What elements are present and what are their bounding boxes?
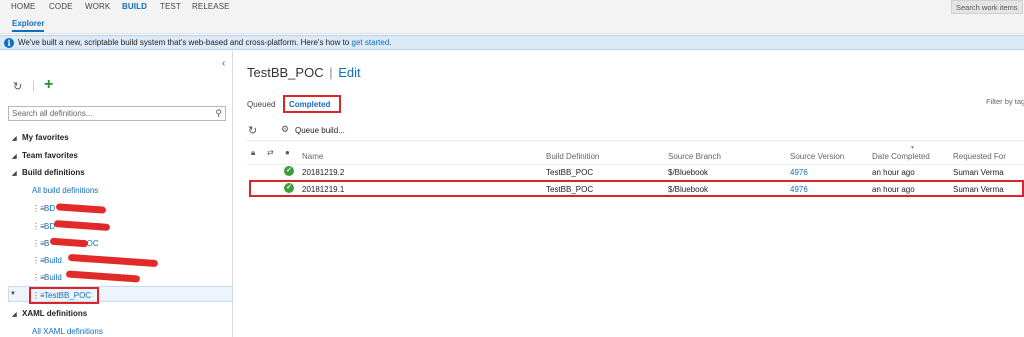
nav-build[interactable]: BUILD (122, 2, 147, 11)
search-icon[interactable]: ⚲ (215, 108, 222, 119)
queue-build-icon[interactable]: ⚙ (281, 124, 289, 135)
tree-build-definitions[interactable]: ◢ Build definitions (12, 168, 85, 177)
row-divider (247, 164, 1024, 165)
definition-title: TestBB_POC (247, 65, 324, 80)
active-tab-indicator (12, 30, 44, 32)
column-header-build-definition[interactable]: Build Definition (546, 152, 599, 161)
definition-label: BD (44, 204, 56, 213)
build-definition-icon: ⋮≡ (32, 256, 45, 265)
work-items-search-input[interactable]: Search work items (951, 0, 1023, 14)
definition-label: Build (44, 273, 62, 282)
expand-caret-icon: ◢ (12, 136, 17, 142)
cell-source-version-link[interactable]: 4976 (790, 168, 808, 177)
expand-caret-icon: ▼ (10, 291, 16, 297)
reason-icon: ⇄ (267, 148, 274, 157)
cell-build-name[interactable]: 20181219.2 (302, 168, 344, 177)
status-succeeded-icon: ✓ (284, 183, 294, 193)
cell-date-completed: an hour ago (872, 185, 915, 194)
column-header-date-completed[interactable]: Date Completed (872, 152, 930, 161)
cell-requested-for: Suman Verma (953, 168, 1004, 177)
definition-search-box: ⚲ (8, 106, 226, 121)
expand-caret-icon: ◢ (12, 171, 17, 177)
tab-explorer[interactable]: Explorer (12, 19, 44, 28)
cell-build-definition: TestBB_POC (546, 185, 594, 194)
sub-navigation: Explorer (0, 14, 1024, 34)
expand-caret-icon: ◢ (12, 312, 17, 318)
cell-build-definition: TestBB_POC (546, 168, 594, 177)
refresh-icon[interactable]: ↻ (248, 124, 257, 137)
edit-link[interactable]: Edit (338, 65, 360, 80)
nav-code[interactable]: CODE (49, 2, 73, 11)
annotation-highlight-box (283, 95, 341, 113)
column-header-source-branch[interactable]: Source Branch (668, 152, 721, 161)
info-icon: i (4, 38, 14, 48)
tree-label: My favorites (22, 133, 69, 142)
tab-queued[interactable]: Queued (247, 100, 275, 109)
info-suffix: . (389, 38, 392, 47)
get-started-link[interactable]: get started (352, 38, 390, 47)
title-separator: | (329, 65, 333, 80)
definition-item[interactable]: ⋮≡BD (32, 204, 55, 216)
build-definition-icon: ⋮≡ (32, 222, 45, 231)
status-info-icon: ● (285, 148, 290, 157)
info-text: We've built a new, scriptable build syst… (18, 38, 350, 47)
refresh-icon[interactable]: ↻ (13, 80, 22, 93)
page-title: TestBB_POC | Edit (247, 65, 361, 80)
filter-by-tag[interactable]: Filter by tag (986, 97, 1024, 106)
add-definition-plus-icon[interactable]: + (44, 76, 53, 94)
tree-my-favorites[interactable]: ◢ My favorites (12, 133, 69, 142)
sort-descending-icon: ▼ (910, 145, 915, 151)
definition-label: B (44, 239, 50, 248)
status-succeeded-icon: ✓ (284, 166, 294, 176)
build-definition-icon: ⋮≡ (32, 239, 45, 248)
cell-source-version-link[interactable]: 4976 (790, 185, 808, 194)
collapse-panel-chevron-icon[interactable]: ‹ (222, 58, 225, 69)
cell-requested-for: Suman Verma (953, 185, 1004, 194)
info-banner: i We've built a new, scriptable build sy… (0, 35, 1024, 50)
column-header-source-version[interactable]: Source Version (790, 152, 844, 161)
top-navigation: HOME CODE WORK BUILD TEST RELEASE Search… (0, 0, 1024, 14)
definition-label: Build (44, 256, 62, 265)
tree-label: XAML definitions (22, 309, 88, 318)
tree-xaml-definitions[interactable]: ◢ XAML definitions (12, 309, 87, 318)
column-header-requested-for[interactable]: Requested For (953, 152, 1006, 161)
cell-source-branch: $/Bluebook (668, 168, 709, 177)
cell-build-name[interactable]: 20181219.1 (302, 185, 344, 194)
cell-source-branch: $/Bluebook (668, 185, 709, 194)
nav-home[interactable]: HOME (11, 2, 35, 11)
annotation-highlight-box (29, 287, 99, 304)
retain-lock-icon: 🔒︎ (251, 148, 256, 157)
info-message: We've built a new, scriptable build syst… (18, 38, 392, 47)
nav-release[interactable]: RELEASE (192, 2, 230, 11)
expand-caret-icon: ◢ (12, 154, 17, 160)
cell-date-completed: an hour ago (872, 168, 915, 177)
nav-test[interactable]: TEST (160, 2, 181, 11)
build-definition-icon: ⋮≡ (32, 204, 45, 213)
all-build-definitions-link[interactable]: All build definitions (32, 186, 98, 195)
definition-item[interactable]: ⋮≡Build (32, 256, 62, 268)
definition-search-input[interactable] (9, 107, 205, 120)
nav-work[interactable]: WORK (85, 2, 110, 11)
toolbar-divider (247, 140, 1024, 141)
all-xaml-definitions-link[interactable]: All XAML definitions (32, 327, 103, 336)
queue-build-button[interactable]: Queue build... (295, 126, 345, 135)
tree-team-favorites[interactable]: ◢ Team favorites (12, 151, 78, 160)
toolbar-divider (33, 81, 34, 91)
tree-label: Build definitions (22, 168, 85, 177)
column-header-name[interactable]: Name (302, 152, 323, 161)
tree-label: Team favorites (22, 151, 78, 160)
build-definition-icon: ⋮≡ (32, 273, 45, 282)
